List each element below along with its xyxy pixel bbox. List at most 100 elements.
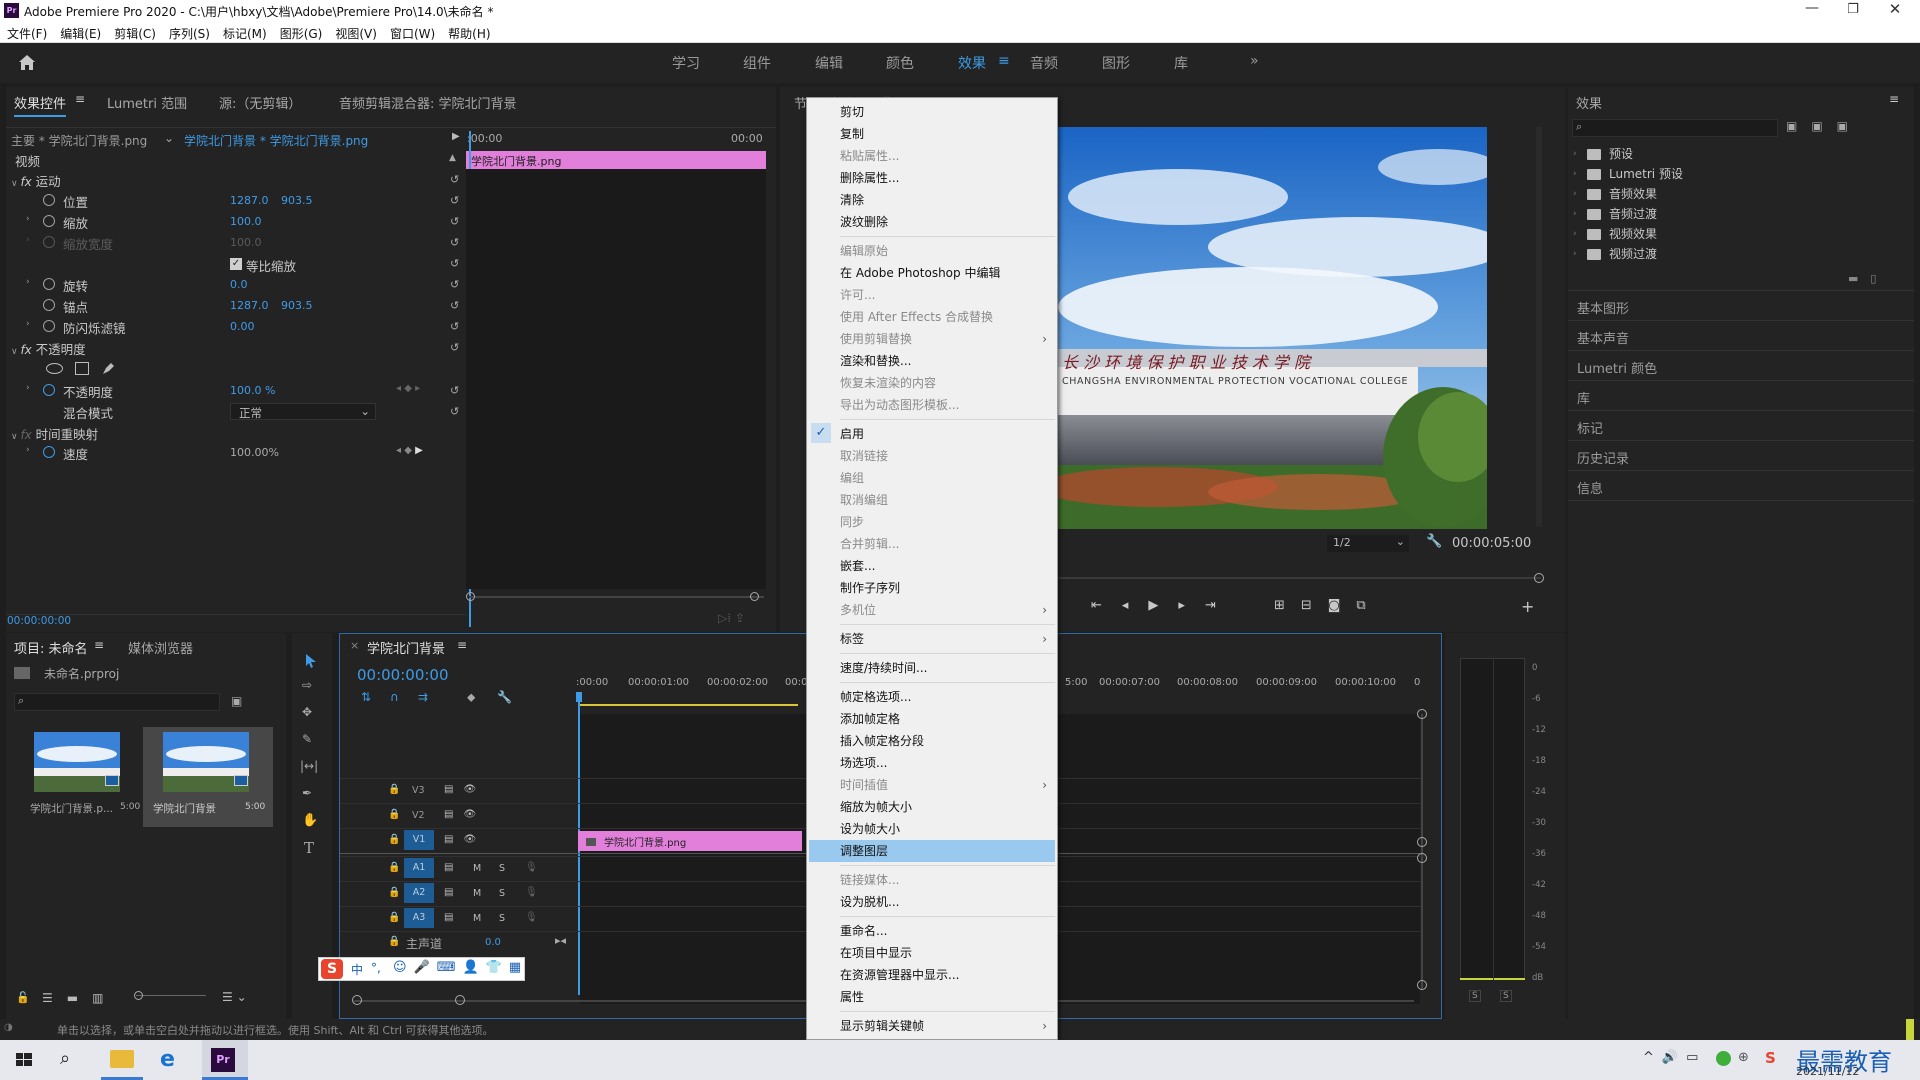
workspace-assembly[interactable]: 组件 bbox=[743, 53, 771, 73]
ripple-edit-tool-icon[interactable]: ✥ bbox=[302, 705, 312, 719]
tab-source[interactable]: 源:（无剪辑） bbox=[219, 93, 301, 112]
scroll-handle[interactable] bbox=[1417, 853, 1427, 863]
menu-item-insert-frame-hold[interactable]: 插入帧定格分段 bbox=[807, 730, 1057, 752]
workspace-graphics[interactable]: 图形 bbox=[1102, 53, 1130, 73]
scale-value[interactable]: 100.0 bbox=[230, 215, 262, 228]
scroll-handle[interactable] bbox=[1534, 573, 1544, 583]
menu-item-ripple-delete[interactable]: 波纹删除 bbox=[807, 211, 1057, 233]
opacity-section-row[interactable]: ∨ fx 不透明度 bbox=[11, 339, 86, 360]
reset-icon[interactable]: ↺ bbox=[450, 257, 462, 270]
folder-audio-transitions[interactable]: › 音频过渡 bbox=[1573, 205, 1657, 226]
wrench-icon[interactable]: 🔧 bbox=[1426, 534, 1442, 549]
program-scrubber[interactable] bbox=[1058, 577, 1541, 579]
track-lock-icon[interactable]: 🔒 bbox=[388, 912, 400, 923]
collapse-icon[interactable]: ▲ bbox=[449, 153, 456, 163]
panel-lumetri-color[interactable]: Lumetri 颜色 bbox=[1577, 358, 1657, 377]
project-search-input[interactable]: ⌕ bbox=[14, 693, 220, 711]
reset-icon[interactable]: ↺ bbox=[450, 405, 462, 418]
menu-graphics[interactable]: 图形(G) bbox=[273, 22, 329, 42]
position-x[interactable]: 1287.0 bbox=[230, 194, 269, 207]
stopwatch-icon[interactable] bbox=[43, 278, 55, 290]
chevron-down-icon[interactable]: ⌄ bbox=[164, 131, 174, 145]
expand-icon[interactable]: › bbox=[26, 277, 30, 287]
panel-history[interactable]: 历史记录 bbox=[1577, 448, 1629, 467]
menu-item-export-mogrt[interactable]: 导出为动态图形模板... bbox=[807, 394, 1057, 416]
anchor-y[interactable]: 903.5 bbox=[281, 299, 313, 312]
reset-icon[interactable]: ↺ bbox=[450, 173, 462, 186]
menu-item-reveal-in-explorer[interactable]: 在资源管理器中显示... bbox=[807, 964, 1057, 986]
sogou-tray-icon[interactable]: S bbox=[1765, 1049, 1776, 1067]
workspace-libraries[interactable]: 库 bbox=[1174, 53, 1188, 73]
system-tray-icons[interactable]: ^🔊▭ bbox=[1643, 1050, 1706, 1065]
anti-flicker-value[interactable]: 0.00 bbox=[230, 320, 255, 333]
stopwatch-icon[interactable] bbox=[43, 215, 55, 227]
workspace-color[interactable]: 颜色 bbox=[886, 53, 914, 73]
menu-item-add-frame-hold[interactable]: 添加帧定格 bbox=[807, 708, 1057, 730]
solo-button[interactable]: S bbox=[499, 888, 505, 899]
master-goto-icon[interactable]: ▸◂ bbox=[555, 934, 566, 947]
menu-item-edit-in-photoshop[interactable]: 在 Adobe Photoshop 中编辑 bbox=[807, 262, 1057, 284]
transport-controls[interactable]: ⇤◂▶▸⇥ bbox=[1091, 598, 1236, 613]
anchor-x[interactable]: 1287.0 bbox=[230, 299, 269, 312]
expand-icon[interactable]: › bbox=[26, 445, 30, 455]
close-button[interactable]: ✕ bbox=[1878, 0, 1912, 22]
reset-icon[interactable]: ↺ bbox=[450, 215, 462, 228]
track-lock-icon[interactable]: 🔒 bbox=[388, 936, 400, 947]
ime-punct[interactable]: °, bbox=[371, 961, 381, 975]
keyframe-nav-icon[interactable]: ◂ ◆ ▸ bbox=[396, 383, 420, 394]
reset-icon[interactable]: ↺ bbox=[450, 341, 462, 354]
add-marker-icon[interactable]: ⬥ bbox=[467, 690, 475, 705]
mic-icon[interactable]: 🎙 bbox=[525, 887, 538, 898]
track-lock-icon[interactable]: 🔒 bbox=[388, 887, 400, 898]
menu-item-properties[interactable]: 属性 bbox=[807, 986, 1057, 1008]
menu-item-edit-original[interactable]: 编辑原始 bbox=[807, 240, 1057, 262]
sogou-ime-icon[interactable]: S bbox=[321, 959, 343, 979]
menu-item-speed-duration[interactable]: 速度/持续时间... bbox=[807, 657, 1057, 679]
scroll-handle[interactable] bbox=[1417, 980, 1427, 990]
menu-item-group[interactable]: 编组 bbox=[807, 467, 1057, 489]
mute-button[interactable]: M bbox=[473, 863, 481, 874]
scroll-handle[interactable] bbox=[1417, 709, 1427, 719]
selection-tool-icon[interactable] bbox=[304, 653, 318, 669]
menu-item-set-to-frame[interactable]: 设为帧大小 bbox=[807, 818, 1057, 840]
track-sync-eye-icons[interactable]: ▤👁 bbox=[444, 809, 486, 820]
search-icon[interactable]: ⌕ bbox=[60, 1048, 88, 1076]
menu-window[interactable]: 窗口(W) bbox=[383, 22, 441, 42]
view-mode-icons[interactable]: ☰▬▥ bbox=[42, 991, 117, 1005]
new-bin-delete-icons[interactable]: ▬▯ bbox=[1848, 272, 1888, 285]
blend-mode-select[interactable]: 正常 ⌄ bbox=[230, 403, 376, 420]
stopwatch-icon[interactable] bbox=[43, 299, 55, 311]
timeline-vscroll[interactable] bbox=[1421, 714, 1423, 990]
menu-item-nest[interactable]: 嵌套... bbox=[807, 555, 1057, 577]
effect-filter-icons[interactable]: ▣▣▣ bbox=[1786, 119, 1862, 133]
windows-start-icon[interactable] bbox=[10, 1046, 38, 1074]
lock-icon[interactable]: 🔓 bbox=[16, 991, 30, 1004]
scroll-handle[interactable] bbox=[750, 592, 759, 601]
reset-icon[interactable]: ↺ bbox=[450, 299, 462, 312]
opacity-value[interactable]: 100.0 % bbox=[230, 384, 275, 397]
menu-markers[interactable]: 标记(M) bbox=[216, 22, 273, 42]
minimize-button[interactable]: — bbox=[1795, 0, 1829, 22]
menu-item-time-interpolation[interactable]: 时间插值 › bbox=[807, 774, 1057, 796]
menu-item-label[interactable]: 标签 › bbox=[807, 628, 1057, 650]
tab-sequence[interactable]: 学院北门背景 bbox=[367, 638, 445, 657]
menu-item-adjustment-layer[interactable]: 调整图层 bbox=[809, 840, 1055, 862]
tab-menu-icon[interactable]: ≡ bbox=[75, 92, 85, 106]
menu-item-scale-to-frame[interactable]: 缩放为帧大小 bbox=[807, 796, 1057, 818]
home-icon[interactable] bbox=[18, 54, 36, 71]
track-lock-icon[interactable]: 🔒 bbox=[388, 834, 400, 845]
folder-video-effects[interactable]: › 视频效果 bbox=[1573, 225, 1657, 246]
reset-icon[interactable]: ↺ bbox=[450, 278, 462, 291]
track-a3-label[interactable]: A3 bbox=[404, 908, 434, 928]
menu-item-rename[interactable]: 重命名... bbox=[807, 920, 1057, 942]
ime-mode[interactable]: 中 bbox=[351, 961, 363, 978]
track-lock-icon[interactable]: 🔒 bbox=[388, 862, 400, 873]
razor-tool-icon[interactable]: ✎ bbox=[302, 732, 312, 746]
reset-icon[interactable]: ↺ bbox=[450, 194, 462, 207]
tray-app-icon[interactable] bbox=[1716, 1051, 1731, 1066]
program-timecode[interactable]: 00:00:05:00 bbox=[1452, 536, 1531, 551]
menu-item-replace-with-ae[interactable]: 使用 After Effects 合成替换 bbox=[807, 306, 1057, 328]
zoom-slider-handle[interactable] bbox=[134, 991, 143, 1000]
menu-item-cut[interactable]: 剪切 bbox=[807, 101, 1057, 123]
workspace-more-button[interactable]: » bbox=[1250, 53, 1259, 69]
